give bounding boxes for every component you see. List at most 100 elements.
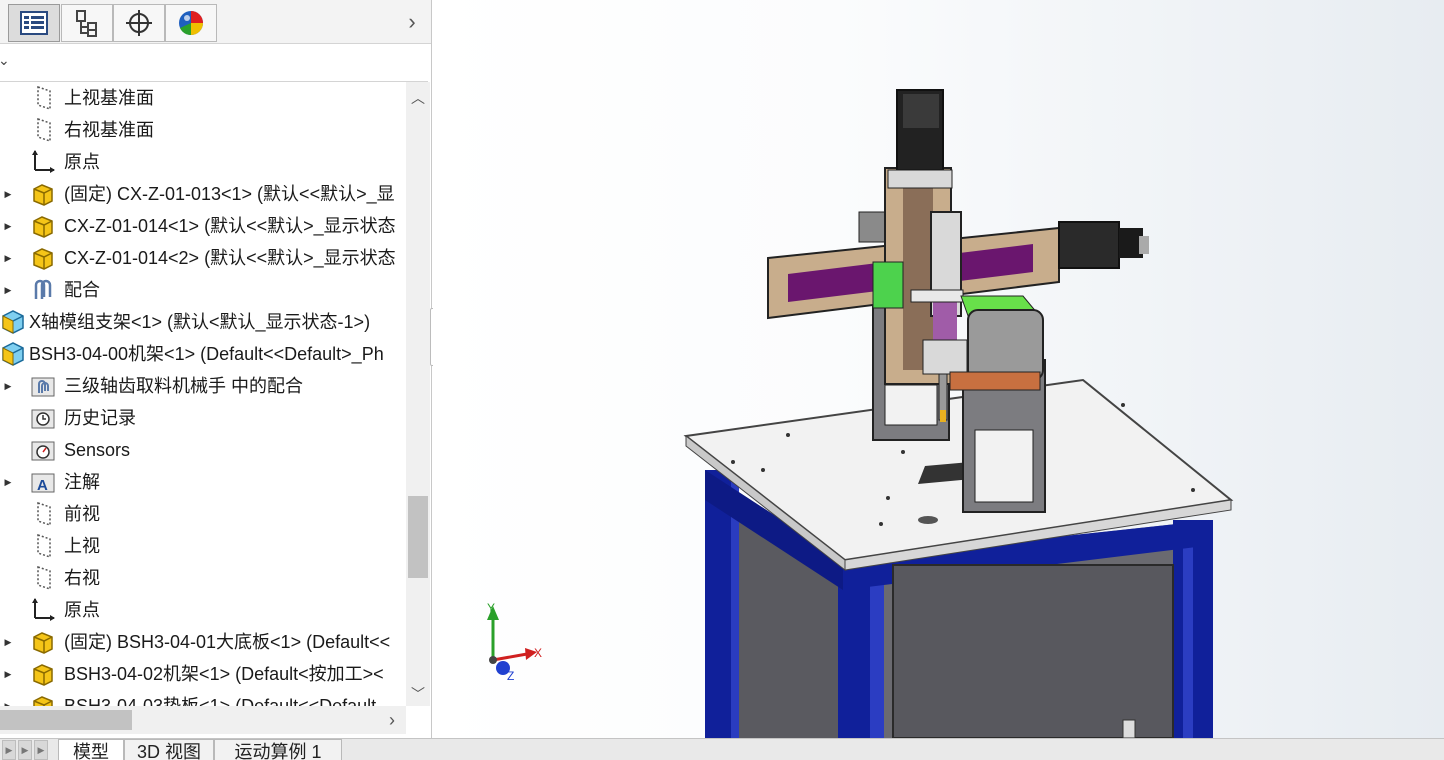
tree-item-label: (固定) CX-Z-01-013<1> (默认<<默认>_显 — [64, 184, 395, 204]
expand-arrow-icon[interactable]: ▶ — [2, 476, 14, 488]
tree-item-label: 上视 — [64, 536, 100, 556]
axis-triad: Y X Z — [487, 601, 542, 683]
sensors-icon — [30, 437, 56, 463]
tree-item-label: 注解 — [64, 472, 100, 492]
plane-icon — [30, 565, 56, 591]
filter-bar[interactable]: ⌄ — [0, 44, 428, 82]
mates-icon — [30, 277, 56, 303]
propertymanager-tab[interactable] — [61, 4, 113, 42]
tree-item[interactable]: 前视 — [0, 498, 406, 530]
property-manager-icon — [76, 10, 97, 37]
horizontal-scrollbar[interactable]: › — [0, 706, 406, 734]
panel-tab-bar: › — [0, 0, 431, 44]
tree-item-label: BSH3-04-02机架<1> (Default<按加工>< — [64, 664, 384, 684]
tree-item[interactable]: X轴模组支架<1> (默认<默认_显示状态-1>) — [0, 306, 406, 338]
part-icon — [30, 213, 56, 239]
tree-item-label: 上视基准面 — [64, 88, 154, 108]
featuremanager-tab[interactable] — [8, 4, 60, 42]
tree-item-label: 右视 — [64, 568, 100, 588]
display-manager-icon — [179, 11, 203, 36]
next-tab-button[interactable]: ▶ — [34, 740, 48, 760]
tree-item[interactable]: 上视 — [0, 530, 406, 562]
assembly-icon — [0, 309, 26, 335]
expand-arrow-icon[interactable]: ▶ — [2, 284, 14, 296]
part-icon — [30, 629, 56, 655]
scrollbar-thumb[interactable] — [408, 496, 428, 578]
tree-item-label: 前视 — [64, 504, 100, 524]
part-icon — [30, 181, 56, 207]
tree-item[interactable]: ▶ A 注解 — [0, 466, 406, 498]
tree-item[interactable]: ▶ (固定) BSH3-04-01大底板<1> (Default<< — [0, 626, 406, 658]
configurationmanager-tab[interactable] — [113, 4, 165, 42]
chevron-up-icon[interactable]: ︿ — [406, 86, 430, 110]
plane-icon — [30, 501, 56, 527]
tree-item-label: 三级轴齿取料机械手 中的配合 — [64, 376, 303, 396]
plane-icon — [30, 117, 56, 143]
svg-text:A: A — [37, 477, 48, 494]
tree-item[interactable]: ▶ CX-Z-01-014<2> (默认<<默认>_显示状态 — [0, 242, 406, 274]
part-icon — [30, 661, 56, 687]
part-icon — [30, 245, 56, 271]
origin-icon — [30, 597, 56, 623]
tree-item[interactable]: ▶ (固定) CX-Z-01-013<1> (默认<<默认>_显 — [0, 178, 406, 210]
tree-item[interactable]: Sensors — [0, 434, 406, 466]
tab-motion-study[interactable]: 运动算例 1 — [214, 739, 342, 760]
tree-item[interactable]: ▶ CX-Z-01-014<1> (默认<<默认>_显示状态 — [0, 210, 406, 242]
tree-item-label: 原点 — [64, 152, 100, 172]
chevron-down-icon[interactable]: ﹀ — [406, 682, 430, 706]
displaymanager-tab[interactable] — [165, 4, 217, 42]
tree-item-label: (固定) BSH3-04-01大底板<1> (Default<< — [64, 632, 391, 652]
filter-caret-icon: ⌄ — [0, 52, 10, 69]
tab-3d-view[interactable]: 3D 视图 — [124, 739, 214, 760]
expand-arrow-icon[interactable]: ▶ — [2, 252, 14, 264]
tree-item[interactable]: 右视 — [0, 562, 406, 594]
triad-y-label: Y — [487, 601, 495, 615]
tree-item-label: 历史记录 — [64, 408, 136, 428]
tree-item[interactable]: 右视基准面 — [0, 114, 406, 146]
plane-icon — [30, 533, 56, 559]
tree-item[interactable]: ▶ 配合 — [0, 274, 406, 306]
tree-item[interactable]: 历史记录 — [0, 402, 406, 434]
tree-item[interactable]: ▶ BSH3-04-03垫板<1> (Default<<Default — [0, 690, 406, 706]
tree-item[interactable]: ▶ BSH3-04-02机架<1> (Default<按加工>< — [0, 658, 406, 690]
chevron-right-icon[interactable]: › — [382, 708, 402, 732]
tree-item[interactable]: 原点 — [0, 146, 406, 178]
vertical-scrollbar[interactable]: ︿ ﹀ — [406, 82, 430, 706]
triad-z-label: Z — [507, 669, 514, 683]
tree-item-label: BSH3-04-00机架<1> (Default<<Default>_Ph — [29, 344, 384, 364]
expand-arrow-icon[interactable]: ▶ — [2, 636, 14, 648]
expand-arrow-icon[interactable]: ▶ — [2, 380, 14, 392]
tree-item-label: Sensors — [64, 440, 131, 460]
expand-arrow-icon[interactable]: ▶ — [2, 668, 14, 680]
triad-x-label: X — [534, 646, 542, 660]
part-icon — [30, 693, 56, 706]
prev-tab-button[interactable]: ▶ — [18, 740, 32, 760]
expand-arrow-icon[interactable]: ▶ — [2, 220, 14, 232]
configuration-icon — [126, 10, 152, 36]
annotations-icon: A — [30, 469, 56, 495]
bottom-tab-bar: ▶ ▶ ▶ 模型 3D 视图 运动算例 1 — [0, 738, 1444, 760]
feature-manager-panel: › ⌄ 上视基准面右视基准面原点 ▶ (固定) CX-Z-01-013<1> (默认… — [0, 0, 432, 738]
tree-item-label: BSH3-04-03垫板<1> (Default<<Default — [64, 696, 377, 706]
tree-item-label: X轴模组支架<1> (默认<默认_显示状态-1>) — [29, 312, 371, 332]
assembly-model[interactable]: Y X Z — [433, 0, 1444, 738]
scrollbar-thumb[interactable] — [0, 710, 132, 730]
graphics-area[interactable]: Y X Z — [433, 0, 1444, 738]
first-tab-button[interactable]: ▶ — [2, 740, 16, 760]
feature-tree-icon — [20, 11, 48, 35]
assembly-icon — [0, 341, 26, 367]
expand-arrow-icon[interactable]: ▶ — [2, 188, 14, 200]
tree-item[interactable]: 原点 — [0, 594, 406, 626]
chevron-right-icon[interactable]: › — [400, 8, 424, 36]
tree-item-label: 配合 — [64, 280, 100, 300]
tree-item[interactable]: 上视基准面 — [0, 82, 406, 114]
tree-item-label: CX-Z-01-014<2> (默认<<默认>_显示状态 — [64, 248, 396, 268]
plane-icon — [30, 85, 56, 111]
tab-model[interactable]: 模型 — [58, 739, 124, 760]
tree-item-label: CX-Z-01-014<1> (默认<<默认>_显示状态 — [64, 216, 396, 236]
tree-item[interactable]: ▶ 三级轴齿取料机械手 中的配合 — [0, 370, 406, 402]
tree-item-label: 右视基准面 — [64, 120, 154, 140]
tree-item-label: 原点 — [64, 600, 100, 620]
tree-item[interactable]: BSH3-04-00机架<1> (Default<<Default>_Ph — [0, 338, 406, 370]
origin-icon — [30, 149, 56, 175]
